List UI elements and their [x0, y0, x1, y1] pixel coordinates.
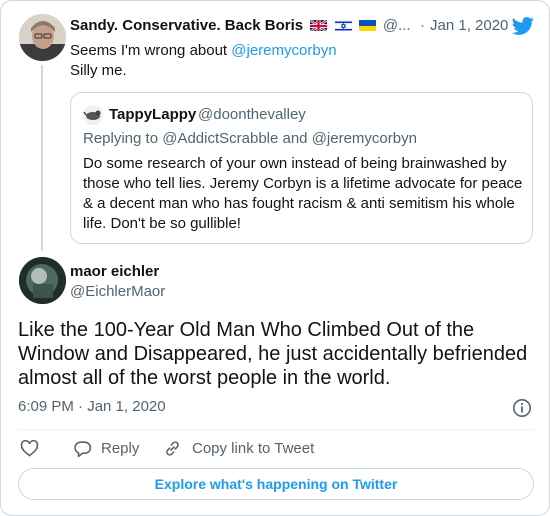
ukraine-flag-icon	[358, 19, 376, 31]
thread-line	[41, 65, 43, 251]
parent-tweet-text: Seems I'm wrong about @jeremycorbyn Sill…	[70, 41, 530, 81]
tweet-embed-card: Sandy. Conservative. Back Boris @... · J…	[0, 0, 550, 516]
parent-date[interactable]: · Jan 1, 2020	[420, 17, 508, 34]
divider	[18, 429, 534, 430]
parent-text-start: Seems I'm wrong about	[70, 42, 232, 59]
main-author-handle[interactable]: @EichlerMaor	[70, 283, 165, 300]
twitter-logo-icon[interactable]	[511, 15, 535, 37]
parent-author-name[interactable]: Sandy. Conservative. Back Boris	[70, 17, 303, 34]
copy-link-label: Copy link to Tweet	[192, 439, 315, 457]
uk-flag-icon	[310, 19, 328, 31]
parent-header[interactable]: Sandy. Conservative. Back Boris @...	[70, 17, 411, 34]
reply-label: Reply	[101, 439, 140, 457]
link-icon	[166, 440, 179, 456]
quoted-avatar	[83, 105, 103, 125]
quoted-author-name: TappyLappy	[109, 106, 197, 123]
separator-dot: ·	[420, 17, 425, 34]
quoted-tweet[interactable]: TappyLappy @doonthevalley Replying to @A…	[70, 92, 533, 244]
tweet-timestamp[interactable]: 6:09 PM · Jan 1, 2020	[18, 398, 166, 415]
reply-button[interactable]: Reply	[73, 437, 139, 459]
main-avatar[interactable]	[19, 257, 66, 304]
israel-flag-icon	[334, 19, 352, 31]
parent-avatar[interactable]	[19, 14, 66, 61]
parent-author-handle[interactable]: @...	[383, 17, 411, 34]
info-icon[interactable]	[512, 398, 532, 418]
quoted-author-handle: @doonthevalley	[198, 106, 306, 123]
quoted-tweet-text: Do some research of your own instead of …	[83, 155, 523, 232]
main-author-name[interactable]: maor eichler	[70, 263, 159, 280]
like-button[interactable]	[20, 437, 39, 459]
main-tweet-text: Like the 100-Year Old Man Who Climbed Ou…	[18, 319, 528, 389]
quoted-replying-to: Replying to @AddictScrabble and @jeremyc…	[83, 130, 417, 147]
reply-bubble-icon	[74, 440, 92, 457]
explore-twitter-button[interactable]: Explore what's happening on Twitter	[18, 468, 534, 500]
parent-text-line2: Silly me.	[70, 62, 127, 79]
copy-link-button[interactable]: Copy link to Tweet	[163, 437, 314, 459]
parent-date-text[interactable]: Jan 1, 2020	[430, 17, 508, 34]
mention-link[interactable]: @jeremycorbyn	[231, 42, 336, 59]
heart-icon	[20, 439, 39, 457]
